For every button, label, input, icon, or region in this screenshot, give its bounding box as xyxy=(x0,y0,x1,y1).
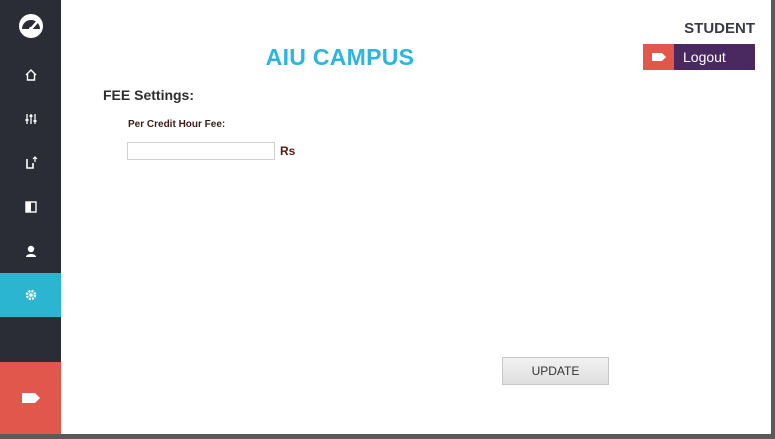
window-frame-bottom xyxy=(0,434,775,439)
section-title: FEE Settings: xyxy=(103,87,195,103)
sidebar-item-user[interactable] xyxy=(0,229,61,273)
logout-label: Logout xyxy=(683,49,726,65)
sidebar-item-settings[interactable] xyxy=(0,273,61,317)
sidebar-item-export[interactable] xyxy=(0,141,61,185)
gauge-icon xyxy=(18,14,43,38)
sidebar-logo[interactable] xyxy=(0,0,61,52)
logout-button[interactable]: Logout xyxy=(643,44,755,70)
sidebar xyxy=(0,0,61,434)
currency-unit: Rs xyxy=(280,144,296,158)
sidebar-logout-button[interactable] xyxy=(0,362,61,434)
per-credit-fee-input[interactable] xyxy=(127,142,275,160)
update-button[interactable]: UPDATE xyxy=(502,357,609,385)
per-credit-fee-label: Per Credit Hour Fee: xyxy=(128,119,226,130)
user-icon xyxy=(25,245,36,257)
user-role-label: STUDENT xyxy=(684,20,755,37)
settings-icon xyxy=(25,289,36,301)
export-icon xyxy=(25,156,37,169)
sidebar-item-adjust[interactable] xyxy=(0,97,61,141)
logout-tag-icon xyxy=(643,44,674,70)
book-icon xyxy=(24,201,37,213)
app-title: AIU CAMPUS xyxy=(265,44,415,70)
window-frame-right xyxy=(771,0,775,439)
sidebar-item-book[interactable] xyxy=(0,185,61,229)
sidebar-item-home[interactable] xyxy=(0,53,61,97)
logout-tag-icon xyxy=(21,393,40,403)
home-icon xyxy=(25,69,36,81)
sliders-icon xyxy=(25,114,36,124)
